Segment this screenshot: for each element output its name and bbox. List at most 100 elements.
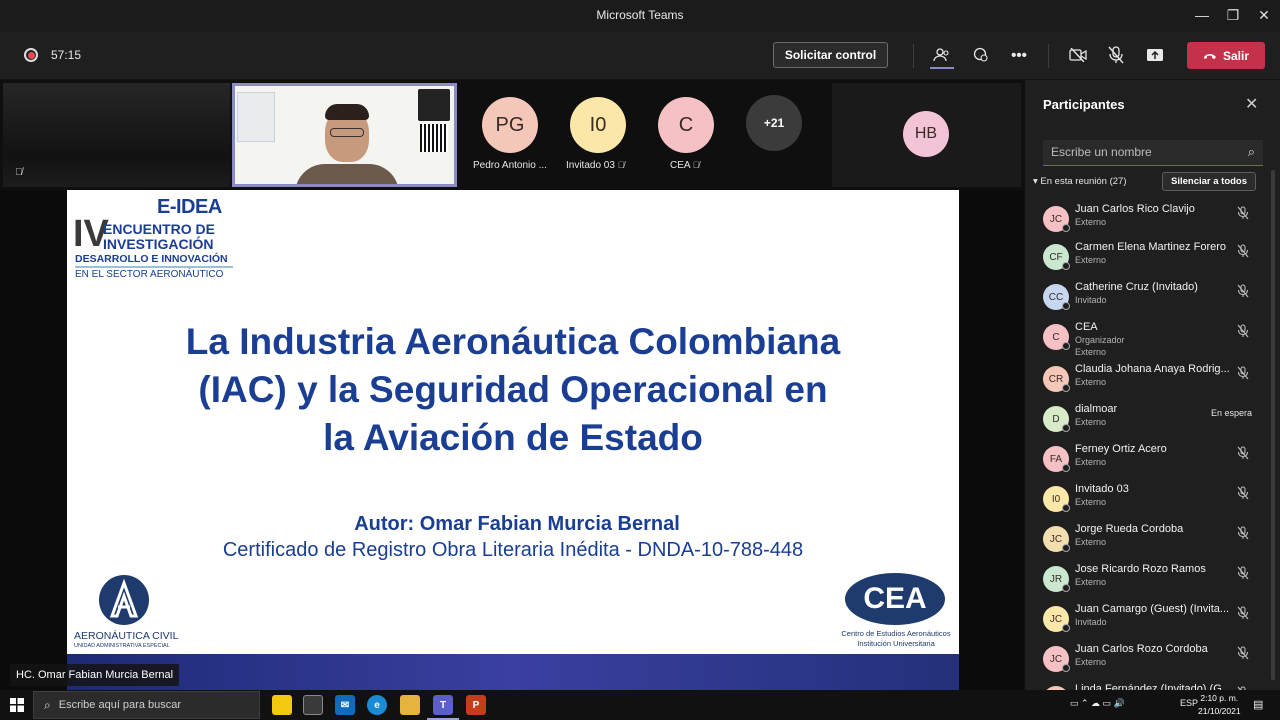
leave-button[interactable]: Salir [1187,42,1265,69]
notifications-icon[interactable]: ▤ [1253,698,1263,711]
slide-author: Autor: Omar Fabian Murcia Bernal [354,513,680,535]
participant-role: Invitado [1075,617,1107,627]
toolbar-divider [913,44,914,68]
search-icon: ⌕ [44,697,51,712]
video-tile-presenter[interactable] [232,83,457,187]
more-icon[interactable]: ••• [1007,43,1031,67]
mic-off-icon[interactable] [1237,526,1249,543]
window-title: Microsoft Teams [596,8,684,22]
participant-role: Externo [1075,377,1107,387]
mic-off-icon[interactable] [1237,206,1249,223]
windows-start-icon[interactable] [10,698,24,715]
taskbar-search-input[interactable] [58,699,239,711]
search-icon[interactable]: ⌕ [1248,144,1255,160]
participant-row[interactable]: Ddialmoar Externo En espera [1025,400,1265,440]
participant-row[interactable]: CC Catherine Cruz (Invitado) Invitado [1025,278,1265,318]
mic-off-icon[interactable] [1237,366,1249,383]
avatar-circle: HB [903,111,949,157]
mic-off-icon[interactable] [1237,566,1249,583]
presence-icon [1062,624,1070,632]
participant-row[interactable]: I0 Invitado 03 Externo [1025,480,1265,520]
meeting-section-label: En esta reunión (27) [1040,176,1127,187]
participant-name: Juan Carlos Rico Clavijo [1075,203,1195,215]
minimize-button[interactable]: — [1187,4,1217,26]
close-window-button[interactable]: ✕ [1249,4,1279,26]
language-indicator[interactable]: ESP [1180,698,1198,708]
participant-role: Externo [1075,537,1107,547]
leave-label: Salir [1222,48,1249,63]
mic-off-icon[interactable] [1237,446,1249,463]
shared-content-stage: E-IDEA IV ENCUENTRO DE INVESTIGACIÓN DES… [0,190,1024,690]
aeronautica-civil-emblem [99,575,149,625]
slide-title-line: (IAC) y la Seguridad Operacional en [198,369,828,410]
backdrop-poster [237,92,275,142]
mic-off-icon[interactable] [1237,486,1249,503]
avatar-circle: PG [482,97,538,153]
participant-row[interactable]: LFLinda Fernández (Invitado) (G... [1025,680,1265,690]
panel-title: Participantes [1043,97,1125,112]
mic-off-icon[interactable] [1237,606,1249,623]
panel-scrollbar[interactable] [1271,170,1275,680]
request-control-button[interactable]: Solicitar control [773,42,888,68]
participant-name: Juan Carlos Rozo Cordoba [1075,643,1208,655]
file-explorer-icon[interactable] [400,695,420,715]
mic-off-icon[interactable] [1237,244,1249,261]
tray-icons[interactable]: ▭ ⌃ ☁ ▭ 🔊 [1070,698,1125,709]
video-tile-dark[interactable]: 🎙̸ [3,83,230,187]
meeting-toolbar: 57:15 Solicitar control ••• Salir [0,32,1280,80]
presenter-body [295,164,399,184]
presenter-name-label: HC. Omar Fabian Murcia Bernal [10,664,180,686]
participant-name: Juan Camargo (Guest) (Invita... [1075,603,1230,615]
mic-off-icon[interactable] [1237,646,1249,663]
powerpoint-icon[interactable]: P [466,695,486,715]
participants-icon[interactable] [930,43,954,69]
participant-name: Catherine Cruz (Invitado) [1075,281,1198,293]
participant-row[interactable]: JC Jorge Rueda Cordoba Externo [1025,520,1265,560]
avatar[interactable]: C [658,97,714,153]
presence-icon [1062,544,1070,552]
presence-icon [1062,664,1070,672]
mic-off-icon[interactable] [1237,284,1249,301]
participant-row[interactable]: C CEA Organizador Externo [1025,318,1265,358]
presence-icon [1062,302,1070,310]
participant-row[interactable]: JC Juan Camargo (Guest) (Invita... Invitad… [1025,600,1265,640]
edge-icon[interactable]: e [367,695,387,715]
chat-icon[interactable] [969,43,993,67]
taskbar-time: 2:10 p. m. [1200,693,1239,703]
mic-off-icon[interactable] [1237,324,1249,341]
participant-row[interactable]: CF Carmen Elena Martinez Forero Externo [1025,238,1265,278]
avatar-initials: C [678,113,694,136]
restore-button[interactable]: ❐ [1218,4,1248,26]
participant-search-input[interactable] [1043,140,1233,164]
participant-row[interactable]: FA Ferney Ortiz Acero Externo [1025,440,1265,480]
presenter-glasses [330,128,364,137]
avatar-initials: HB [914,125,938,142]
participant-row[interactable]: CR Claudia Johana Anaya Rodrig... Externo [1025,360,1265,400]
avatar[interactable]: I0 [570,97,626,153]
spotlight-tile[interactable]: HB [832,83,1021,187]
teams-icon[interactable]: T [427,695,459,720]
participant-row[interactable]: JC Juan Carlos Rozo Cordoba Externo [1025,640,1265,680]
mail-icon[interactable]: ✉ [335,695,355,715]
participant-row[interactable]: JR Jose Ricardo Rozo Ramos Externo [1025,560,1265,600]
mic-off-icon[interactable] [1104,43,1128,67]
app-icon[interactable] [303,695,323,715]
participant-row[interactable]: JC Juan Carlos Rico Clavijo Externo [1025,200,1265,240]
participant-name: Ferney Ortiz Acero [1075,443,1167,455]
strip-participant-name: CEA 🎙̸ [670,160,700,171]
camera-off-icon[interactable] [1066,43,1090,67]
event-logo-line: INVESTIGACIÓN [103,236,214,252]
presence-icon [1062,424,1070,432]
avatar[interactable]: PG [482,97,538,153]
meeting-section-toggle[interactable]: ▾ En esta reunión (27) [1033,176,1127,187]
taskbar-clock[interactable]: 2:10 p. m. 21/10/2021 [1198,692,1241,718]
mute-all-button[interactable]: Silenciar a todos [1162,172,1257,191]
overflow-participants-button[interactable]: +21 [746,95,802,151]
share-icon[interactable] [1143,43,1167,67]
title-bar: Microsoft Teams — ❐ ✕ [0,0,1280,32]
sticky-notes-icon[interactable] [272,695,292,715]
mic-off-icon: 🎙̸ [692,160,700,170]
windows-taskbar: ⌕ ✉ e T P ▭ ⌃ ☁ ▭ 🔊 ESP 2:10 p. m. 21/10… [0,690,1280,720]
close-icon[interactable]: ✕ [1245,94,1258,114]
strip-participant-name: Pedro Antonio ... [473,160,547,171]
